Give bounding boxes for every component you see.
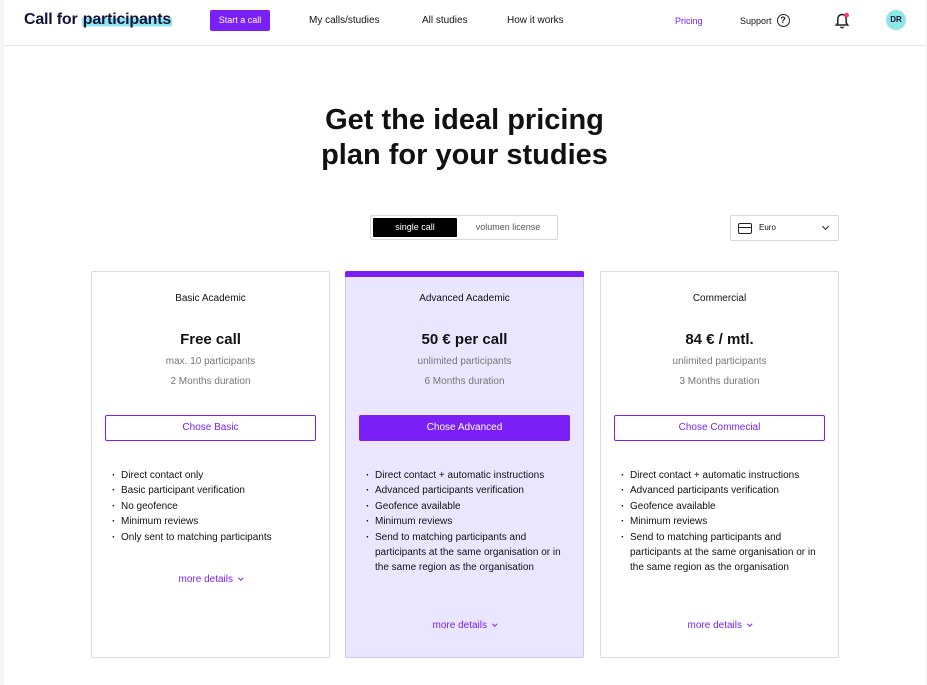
plan-features: Direct contact + automatic instructions … [366, 468, 576, 576]
plan-participants: max. 10 participants [165, 356, 256, 367]
currency-select[interactable]: Euro [730, 215, 839, 241]
toggle-volume-license[interactable]: volumen license [461, 218, 555, 237]
more-details-label: more details [432, 620, 487, 631]
more-details-label: more details [178, 574, 233, 585]
license-type-toggle: single call volumen license [370, 215, 558, 240]
plan-participants: unlimited participants [417, 356, 512, 367]
plan-price: 84 € / mtl. [685, 331, 754, 348]
featured-accent-bar [345, 271, 584, 277]
more-details-label: more details [687, 620, 742, 631]
plan-card-commercial: Commercial 84 € / mtl. unlimited partici… [600, 271, 839, 658]
nav-link-all-studies[interactable]: All studies [422, 15, 468, 26]
feature-item: Minimum reviews [621, 514, 831, 530]
feature-item: Direct contact only [112, 468, 322, 484]
feature-item: Basic participant verification [112, 483, 322, 499]
plan-participants: unlimited participants [672, 356, 767, 367]
chose-advanced-button[interactable]: Chose Advanced [359, 415, 570, 441]
plan-features: Direct contact + automatic instructions … [621, 468, 831, 576]
page-title-line-1: Get the ideal pricing [325, 104, 604, 136]
avatar[interactable]: DR [886, 10, 906, 30]
support-link[interactable]: Support ? [740, 14, 790, 27]
more-details-link[interactable]: more details [601, 620, 838, 631]
plan-name: Advanced Academic [419, 293, 510, 304]
chevron-down-icon [238, 574, 244, 580]
page-title-line-2: plan for your studies [321, 139, 608, 171]
nav-link-pricing[interactable]: Pricing [675, 16, 703, 26]
feature-item: Geofence available [621, 499, 831, 515]
plan-name: Commercial [692, 293, 747, 304]
feature-item: Direct contact + automatic instructions [366, 468, 576, 484]
chevron-down-icon [747, 620, 753, 626]
bell-icon[interactable] [834, 12, 850, 30]
page: Call for participants Start a call My ca… [4, 0, 925, 685]
feature-item: Geofence available [366, 499, 576, 515]
feature-item: Direct contact + automatic instructions [621, 468, 831, 484]
logo-highlight: participants [81, 11, 173, 28]
credit-card-icon [738, 223, 752, 234]
feature-item: Send to matching participants and partic… [621, 530, 831, 576]
more-details-link[interactable]: more details [346, 620, 583, 631]
feature-item: Minimum reviews [366, 514, 576, 530]
notification-dot [844, 12, 849, 18]
plan-duration: 6 Months duration [424, 376, 505, 387]
start-call-button[interactable]: Start a call [210, 10, 270, 31]
chose-basic-button[interactable]: Chose Basic [105, 415, 316, 441]
plan-card-advanced: Advanced Academic 50 € per call unlimite… [345, 271, 584, 658]
nav-link-how-it-works[interactable]: How it works [507, 15, 564, 26]
more-details-link[interactable]: more details [92, 574, 329, 585]
currency-value: Euro [759, 223, 776, 232]
chevron-down-icon [821, 222, 830, 231]
feature-item: Advanced participants verification [621, 483, 831, 499]
feature-item: Advanced participants verification [366, 483, 576, 499]
help-circle-icon: ? [776, 14, 790, 27]
plan-duration: 2 Months duration [170, 376, 251, 387]
feature-item: No geofence [112, 499, 322, 515]
plan-duration: 3 Months duration [679, 376, 760, 387]
plan-name: Basic Academic [175, 293, 246, 304]
chose-commercial-button[interactable]: Chose Commecial [614, 415, 825, 441]
logo-prefix: Call for [24, 11, 82, 28]
toggle-single-call[interactable]: single call [373, 218, 457, 237]
plan-price: Free call [180, 331, 241, 348]
feature-item: Minimum reviews [112, 514, 322, 530]
chevron-down-icon [492, 620, 498, 626]
page-title: Get the ideal pricing plan for your stud… [4, 103, 925, 173]
feature-item: Send to matching participants and partic… [366, 530, 576, 576]
logo[interactable]: Call for participants [24, 11, 173, 29]
feature-item: Only sent to matching participants [112, 530, 322, 546]
nav-link-my-calls[interactable]: My calls/studies [309, 15, 380, 26]
support-label: Support [740, 15, 772, 26]
top-navbar: Call for participants Start a call My ca… [4, 0, 925, 46]
plan-card-basic: Basic Academic Free call max. 10 partici… [91, 271, 330, 658]
plan-features: Direct contact only Basic participant ve… [112, 468, 322, 545]
plan-price: 50 € per call [421, 331, 508, 348]
